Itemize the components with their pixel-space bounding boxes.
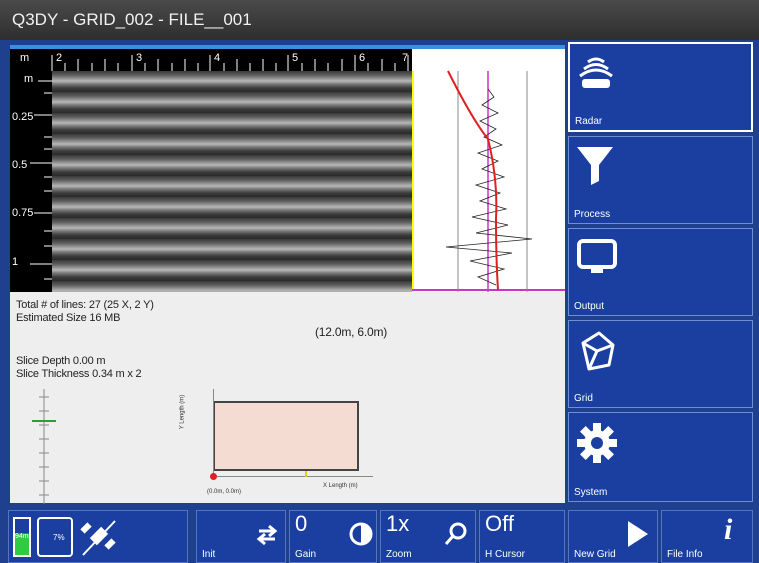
status-panel: 94m 7% bbox=[8, 510, 188, 563]
distance-ruler bbox=[10, 49, 412, 71]
battery-level-text: 94m bbox=[15, 533, 29, 540]
file-info-label: File Info bbox=[667, 549, 703, 560]
gain-value: 0 bbox=[295, 511, 308, 536]
sidebar-item-label: Process bbox=[574, 209, 611, 220]
gear-icon bbox=[577, 423, 617, 463]
x-tick-label: 3 bbox=[136, 52, 143, 64]
x-tick-label: 2 bbox=[56, 52, 63, 64]
grid-area bbox=[213, 401, 359, 471]
depth-tick-label: 0.25 bbox=[12, 111, 34, 123]
sidebar-item-output[interactable]: Output bbox=[568, 228, 753, 316]
grid-x-length-label: X Length (m) bbox=[323, 483, 358, 489]
depth-tick-label: 0.5 bbox=[12, 159, 28, 171]
contrast-icon bbox=[349, 522, 373, 546]
sidebar-item-label: Grid bbox=[574, 393, 593, 404]
x-tick-label: 5 bbox=[292, 52, 299, 64]
sidebar: Radar Process Output Grid System bbox=[568, 42, 753, 504]
estimated-size-text: Estimated Size 16 MB bbox=[16, 312, 121, 324]
zoom-button[interactable]: 1x Zoom bbox=[380, 510, 476, 563]
gain-button[interactable]: 0 Gain bbox=[289, 510, 377, 563]
bottom-toolbar: 94m 7% Init 0 Gain 1x Zoom Off H Cursor … bbox=[0, 507, 759, 563]
grid-y-axis bbox=[213, 389, 214, 477]
grid-coordinates-text: (12.0m, 6.0m) bbox=[315, 325, 388, 339]
x-tick-label: 7 bbox=[402, 52, 409, 64]
depth-unit-label: m bbox=[24, 73, 34, 85]
depth-tick-label: 1 bbox=[12, 256, 19, 268]
slice-thickness-text: Slice Thickness 0.34 m x 2 bbox=[16, 368, 142, 380]
file-info-button[interactable]: i File Info bbox=[661, 510, 753, 563]
search-icon bbox=[444, 522, 467, 545]
sidebar-item-grid[interactable]: Grid bbox=[568, 320, 753, 408]
battery-icon: 94m bbox=[13, 517, 31, 557]
grid-preview[interactable]: Y Length (m) (0.0m, 0.0m) X Length (m) bbox=[179, 379, 375, 504]
h-cursor-button[interactable]: Off H Cursor bbox=[479, 510, 565, 563]
grid-cursor-marker bbox=[305, 471, 307, 477]
cube-icon bbox=[581, 331, 615, 371]
h-cursor-value: Off bbox=[485, 511, 514, 536]
grid-x-axis bbox=[213, 476, 373, 477]
new-grid-label: New Grid bbox=[574, 549, 616, 560]
grid-y-length-label: Y Length (m) bbox=[179, 394, 186, 430]
radar-icon bbox=[579, 57, 613, 88]
device-battery-text: 7% bbox=[53, 533, 65, 542]
gps-off-icon bbox=[80, 520, 116, 556]
sidebar-item-process[interactable]: Process bbox=[568, 136, 753, 224]
filter-icon bbox=[577, 147, 613, 185]
depth-tick-label: 0.75 bbox=[12, 207, 34, 219]
zoom-label: Zoom bbox=[386, 549, 412, 560]
new-grid-button[interactable]: New Grid bbox=[568, 510, 658, 563]
depth-slider[interactable] bbox=[30, 389, 60, 504]
trace-plot-svg bbox=[412, 70, 565, 292]
window-title: Q3DY - GRID_002 - FILE__001 bbox=[0, 0, 759, 40]
device-battery-icon: 7% bbox=[37, 517, 73, 557]
slice-depth-text: Slice Depth 0.00 m bbox=[16, 355, 106, 367]
init-label: Init bbox=[202, 549, 216, 560]
x-tick-label: 4 bbox=[214, 52, 221, 64]
sidebar-item-label: System bbox=[574, 487, 608, 498]
trace-waveform bbox=[445, 88, 533, 286]
radargram-view[interactable]: m 2 3 4 5 6 7 m 0.25 0.5 0.75 1 bbox=[10, 49, 412, 292]
zoom-value: 1x bbox=[386, 511, 410, 536]
total-lines-text: Total # of lines: 27 (25 X, 2 Y) bbox=[16, 299, 154, 311]
workspace: m 2 3 4 5 6 7 m 0.25 0.5 0.75 1 Total # … bbox=[10, 45, 565, 504]
swap-icon bbox=[256, 524, 278, 546]
grid-origin-label: (0.0m, 0.0m) bbox=[207, 489, 242, 495]
distance-ruler-ticks bbox=[51, 55, 409, 71]
info-icon: i bbox=[724, 513, 733, 546]
sidebar-item-label: Output bbox=[574, 301, 605, 312]
sidebar-item-label: Radar bbox=[575, 116, 603, 127]
grid-origin-marker bbox=[210, 473, 217, 480]
distance-unit-label: m bbox=[20, 52, 30, 64]
init-button[interactable]: Init bbox=[196, 510, 286, 563]
trace-plot bbox=[412, 49, 565, 292]
monitor-icon bbox=[577, 239, 617, 273]
radargram-image bbox=[52, 71, 412, 292]
sidebar-item-system[interactable]: System bbox=[568, 412, 753, 502]
x-tick-label: 6 bbox=[359, 52, 366, 64]
gain-label: Gain bbox=[295, 549, 317, 560]
play-icon bbox=[628, 521, 648, 547]
sidebar-item-radar[interactable]: Radar bbox=[568, 42, 753, 132]
h-cursor-label: H Cursor bbox=[485, 549, 526, 560]
